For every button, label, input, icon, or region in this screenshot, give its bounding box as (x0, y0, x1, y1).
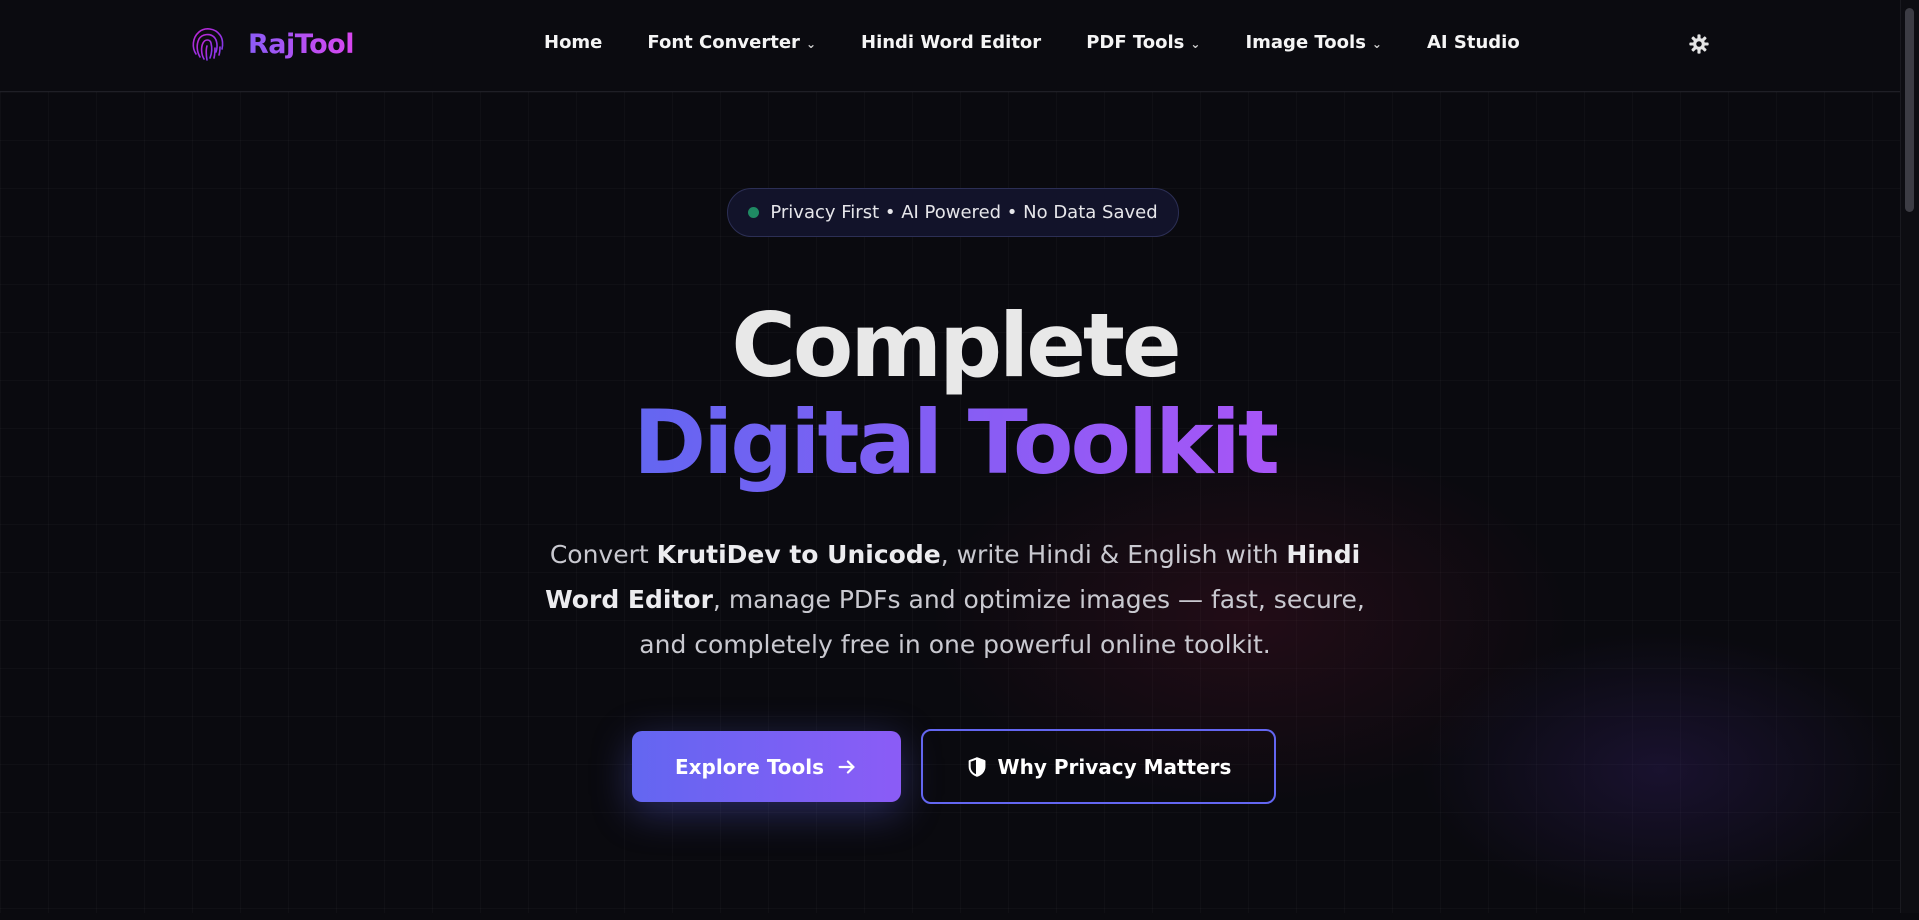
nav-image-tools[interactable]: Image Tools ⌄ (1245, 32, 1382, 53)
chevron-down-icon: ⌄ (1371, 37, 1382, 51)
subtitle-text: , manage PDFs and optimize images — fast… (639, 585, 1365, 659)
background-glow-purple (1400, 620, 1919, 920)
chevron-down-icon: ⌄ (805, 37, 816, 51)
top-navbar: RajTool Home Font Converter ⌄ Hindi Word… (0, 0, 1900, 92)
main-nav: Home Font Converter ⌄ Hindi Word Editor … (544, 32, 1520, 53)
status-dot-icon (748, 207, 760, 218)
nav-label: Image Tools (1245, 32, 1366, 53)
logo-text: RajTool (248, 28, 354, 60)
hero-title-line1: Complete (731, 294, 1181, 397)
subtitle-text: Convert (549, 540, 657, 569)
logo-link[interactable]: RajTool (188, 24, 354, 64)
explore-tools-button[interactable]: Explore Tools (632, 731, 901, 802)
subtitle-highlight: KrutiDev to Unicode (656, 540, 941, 569)
button-label: Explore Tools (674, 754, 825, 779)
button-label: Why Privacy Matters (997, 754, 1232, 779)
nav-font-converter[interactable]: Font Converter ⌄ (647, 32, 816, 53)
nav-ai-studio[interactable]: AI Studio (1427, 32, 1520, 53)
badge-text: Privacy First • AI Powered • No Data Sav… (770, 202, 1158, 223)
privacy-badge: Privacy First • AI Powered • No Data Sav… (727, 188, 1179, 237)
nav-hindi-word-editor[interactable]: Hindi Word Editor (861, 32, 1041, 53)
fingerprint-icon (192, 28, 224, 61)
hero-title-line2-wrap: Digital Toolkit (0, 393, 1910, 493)
hero-title-line2: Digital Toolkit (633, 391, 1280, 494)
nav-label: Hindi Word Editor (861, 32, 1042, 53)
nav-label: Home (544, 32, 603, 53)
why-privacy-button[interactable]: Why Privacy Matters (921, 729, 1276, 804)
subtitle-text: , write Hindi & English with (940, 540, 1287, 569)
arrow-right-icon (838, 759, 855, 774)
chevron-down-icon: ⌄ (1190, 37, 1201, 51)
nav-pdf-tools[interactable]: PDF Tools ⌄ (1086, 32, 1200, 53)
shield-icon (968, 756, 985, 777)
gear-icon (1689, 34, 1709, 54)
nav-home[interactable]: Home (544, 32, 602, 53)
scrollbar-thumb[interactable] (1905, 8, 1914, 212)
nav-label: PDF Tools (1086, 32, 1185, 53)
hero-subtitle: Convert KrutiDev to Unicode, write Hindi… (520, 532, 1390, 667)
theme-toggle-button[interactable] (1688, 33, 1710, 55)
nav-label: AI Studio (1426, 32, 1520, 53)
nav-label: Font Converter (647, 32, 800, 53)
